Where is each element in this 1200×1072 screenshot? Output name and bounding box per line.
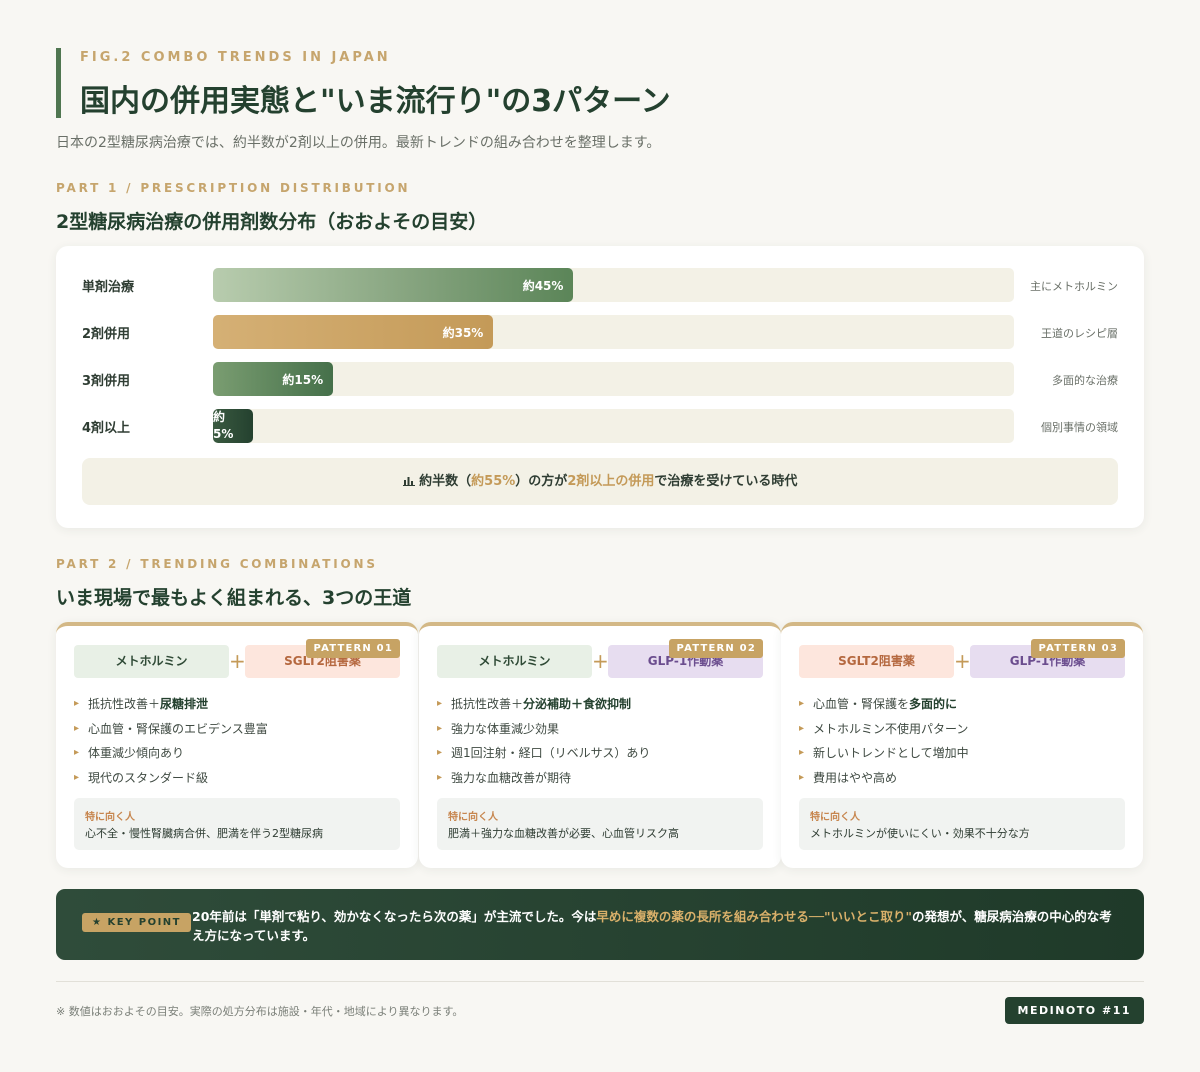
header-accent-bar [56, 48, 61, 118]
fit-text: 肥満＋強力な血糖改善が必要、心血管リスク高 [448, 827, 679, 840]
plus-icon: + [954, 649, 971, 673]
list-item: 費用はやや高め [799, 768, 969, 793]
bar-track: 約5% [213, 409, 1014, 443]
brand-badge: MEDINOTO #11 [1004, 997, 1144, 1024]
part2-title: いま現場で最もよく組まれる、3つの王道 [56, 587, 412, 609]
key-point-text: 20年前は「単剤で粘り、効かなくなったら次の薬」が主流でした。今は早めに複数の薬… [192, 909, 1112, 943]
summary-middle: ）の方が [515, 474, 568, 489]
plus-icon: + [592, 649, 609, 673]
list-item: 心血管・腎保護のエビデンス豊富 [74, 719, 268, 744]
figure-label: FIG.2 COMBO TRENDS IN JAPAN [80, 50, 391, 65]
fit-label: 特に向く人 [810, 812, 860, 823]
feature-list: 抵抗性改善＋分泌補助＋食欲抑制 強力な体重減少効果 週1回注射・経口（リベルサス… [437, 694, 650, 792]
feature-list: 抵抗性改善＋尿糖排泄 心血管・腎保護のエビデンス豊富 体重減少傾向あり 現代のス… [74, 694, 268, 792]
drug-pill: メトホルミン [74, 645, 229, 678]
bar-track: 約35% [213, 315, 1014, 349]
bar-value: 約35% [442, 326, 484, 340]
pattern-card-01: PATTERN 01 メトホルミン + SGLT2阻害薬 抵抗性改善＋尿糖排泄 … [56, 622, 418, 868]
distribution-card: 単剤治療 約45% 主にメトホルミン 2剤併用 約35% 王道のレシピ層 3剤併… [56, 246, 1144, 528]
fit-box: 特に向く人 肥満＋強力な血糖改善が必要、心血管リスク高 [437, 798, 763, 850]
list-item: 体重減少傾向あり [74, 743, 268, 768]
bar-row: 2剤併用 約35% 王道のレシピ層 [82, 315, 1118, 349]
list-item: 週1回注射・経口（リベルサス）あり [437, 743, 650, 768]
pattern-card-03: PATTERN 03 SGLT2阻害薬 + GLP-1作動薬 心血管・腎保護を多… [781, 622, 1143, 868]
pattern-badge: PATTERN 03 [1031, 639, 1125, 658]
bar-value: 約45% [522, 279, 564, 293]
feature-list: 心血管・腎保護を多面的に メトホルミン不使用パターン 新しいトレンドとして増加中… [799, 694, 969, 792]
bar-row: 単剤治療 約45% 主にメトホルミン [82, 268, 1118, 302]
footnote: ※ 数値はおおよその目安。実際の処方分布は施設・年代・地域により異なります。 [56, 1005, 464, 1018]
bar-note: 多面的な治療 [1052, 374, 1118, 387]
fit-text: 心不全・慢性腎臓病合併、肥満を伴う2型糖尿病 [85, 827, 323, 840]
bar-note: 個別事情の領域 [1041, 421, 1118, 434]
fit-label: 特に向く人 [85, 812, 135, 823]
fit-box: 特に向く人 心不全・慢性腎臓病合併、肥満を伴う2型糖尿病 [74, 798, 400, 850]
fit-text: メトホルミンが使いにくい・効果不十分な方 [810, 827, 1030, 840]
summary-highlight-combo: 2剤以上の併用 [567, 474, 655, 489]
pattern-badge: PATTERN 01 [306, 639, 400, 658]
bar-track: 約15% [213, 362, 1014, 396]
key-point-badge: ★ KEY POINT [82, 913, 191, 932]
key-point-box: ★ KEY POINT 20年前は「単剤で粘り、効かなくなったら次の薬」が主流で… [56, 889, 1144, 960]
list-item: 新しいトレンドとして増加中 [799, 743, 969, 768]
drug-pill: SGLT2阻害薬 [799, 645, 954, 678]
list-item: 心血管・腎保護を多面的に [799, 694, 969, 719]
footer-divider [56, 981, 1144, 982]
summary-box: 約半数（約55%）の方が2剤以上の併用で治療を受けている時代 [82, 458, 1118, 505]
page-title: 国内の併用実態と"いま流行り"の3パターン [80, 84, 671, 119]
list-item: 現代のスタンダード級 [74, 768, 268, 793]
pattern-card-02: PATTERN 02 メトホルミン + GLP-1作動薬 抵抗性改善＋分泌補助＋… [419, 622, 781, 868]
bar-row: 3剤併用 約15% 多面的な治療 [82, 362, 1118, 396]
drug-pill: メトホルミン [437, 645, 592, 678]
bar-track: 約45% [213, 268, 1014, 302]
plus-icon: + [229, 649, 246, 673]
summary-highlight-percent: 約55% [471, 474, 516, 489]
bar-fill: 約45% [213, 268, 574, 302]
bar-fill: 約35% [213, 315, 494, 349]
bar-fill: 約5% [213, 409, 254, 443]
summary-prefix: 約半数（ [419, 474, 472, 489]
pattern-badge: PATTERN 02 [669, 639, 763, 658]
summary-suffix: で治療を受けている時代 [654, 474, 798, 489]
part2-label: PART 2 / TRENDING COMBINATIONS [56, 557, 378, 571]
bar-label: 3剤併用 [82, 374, 131, 389]
list-item: 強力な体重減少効果 [437, 719, 650, 744]
bar-chart-icon [402, 474, 420, 489]
page-subtitle: 日本の2型糖尿病治療では、約半数が2剤以上の併用。最新トレンドの組み合わせを整理… [56, 135, 661, 151]
bar-note: 王道のレシピ層 [1041, 327, 1118, 340]
bar-label: 2剤併用 [82, 327, 131, 342]
bar-value: 約5% [213, 410, 234, 441]
part1-title: 2型糖尿病治療の併用剤数分布（おおよその目安） [56, 211, 488, 233]
list-item: メトホルミン不使用パターン [799, 719, 969, 744]
list-item: 抵抗性改善＋尿糖排泄 [74, 694, 268, 719]
fit-label: 特に向く人 [448, 812, 498, 823]
bar-label: 単剤治療 [82, 280, 135, 295]
key-point-highlight: 早めに複数の薬の長所を組み合わせる──"いいとこ取り" [596, 909, 912, 924]
bar-value: 約15% [282, 373, 324, 387]
part1-label: PART 1 / PRESCRIPTION DISTRIBUTION [56, 181, 411, 195]
bar-note: 主にメトホルミン [1030, 280, 1118, 293]
list-item: 強力な血糖改善が期待 [437, 768, 650, 793]
bar-label: 4剤以上 [82, 421, 131, 436]
bar-fill: 約15% [213, 362, 334, 396]
list-item: 抵抗性改善＋分泌補助＋食欲抑制 [437, 694, 650, 719]
fit-box: 特に向く人 メトホルミンが使いにくい・効果不十分な方 [799, 798, 1125, 850]
bar-row: 4剤以上 約5% 個別事情の領域 [82, 409, 1118, 443]
